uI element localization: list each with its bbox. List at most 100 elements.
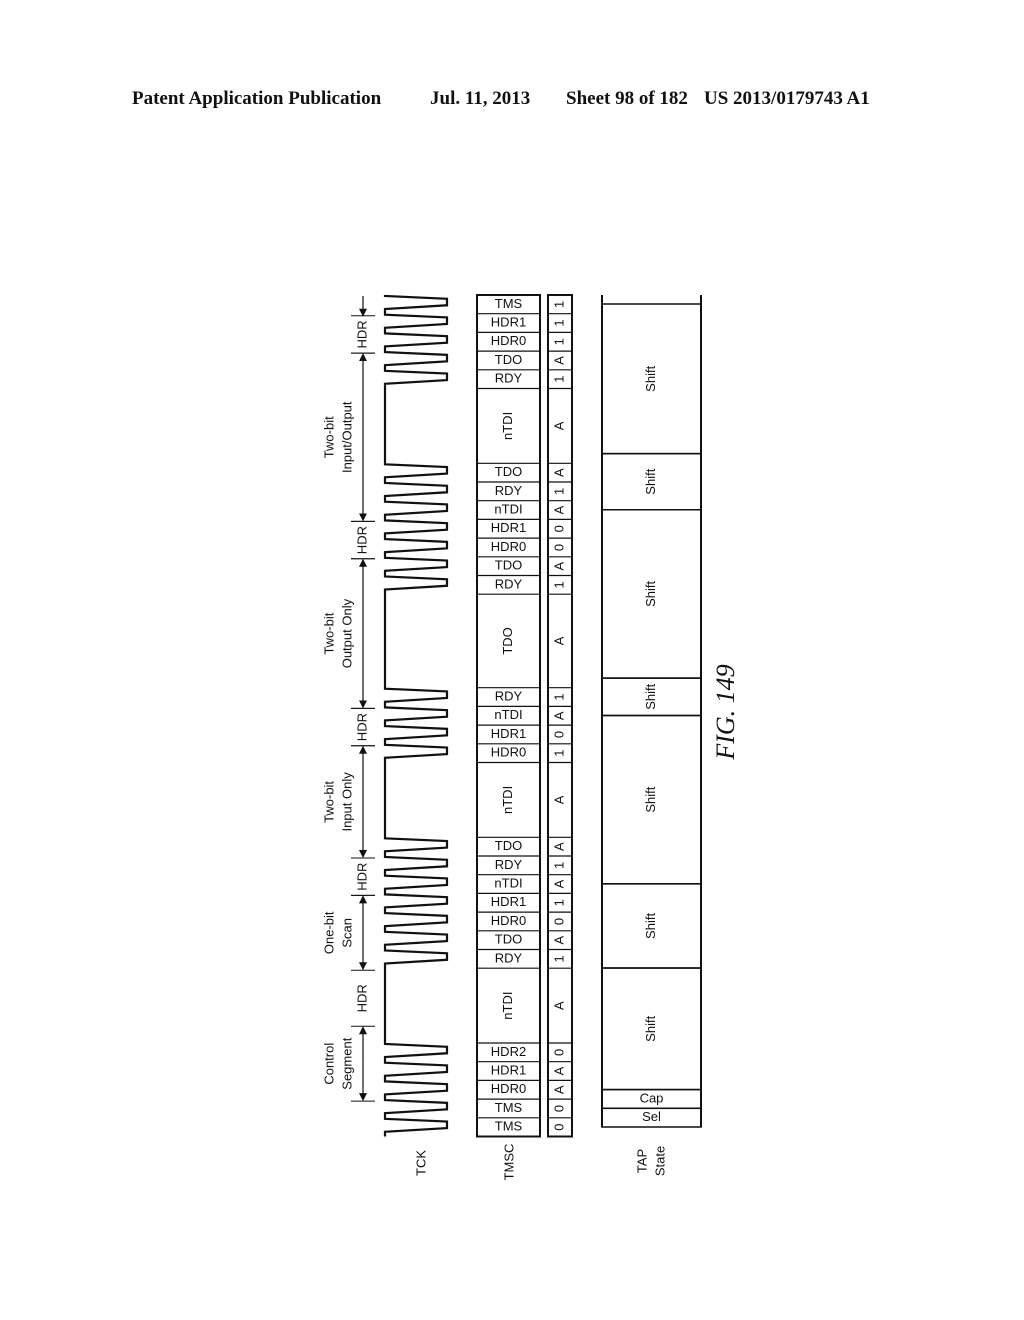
tck-waveform-path <box>383 294 449 1137</box>
tmsc-value-cell: 1 <box>551 376 566 383</box>
segment-label: One-bit <box>321 911 336 954</box>
tmsc-value-cell: A <box>551 1085 566 1094</box>
tap-state-label: Shift <box>643 1015 658 1041</box>
tmsc-value-cell: 1 <box>551 955 566 962</box>
tmsc-signal-cell: HDR0 <box>491 333 526 348</box>
tmsc-signal-cell: nTDI <box>494 501 522 516</box>
tmsc-value-column: 1 1 1 A 1 A A 1 A 0 0 A 1 A 1 A 0 1 A A 1 A 1 0 A 1 A 0 A A 0 0 <box>547 294 573 1138</box>
tmsc-signal-cell: TDO <box>495 464 522 479</box>
tmsc-signal-cell: HDR1 <box>491 314 526 329</box>
tap-state-label: Shift <box>643 581 658 607</box>
tmsc-value-cell: A <box>551 468 566 477</box>
segment-label: Output Only <box>339 598 354 668</box>
segment-label: HDR <box>354 320 369 348</box>
segment-label: Two-bit <box>321 612 336 654</box>
segment-label: HDR <box>354 984 369 1012</box>
tmsc-signal-cell: HDR1 <box>491 726 526 741</box>
tmsc-value-cell: 1 <box>551 301 566 308</box>
tmsc-signal-cell: nTDI <box>500 786 515 814</box>
tmsc-signal-cell: HDR0 <box>491 745 526 760</box>
tmsc-value-cell: 1 <box>551 338 566 345</box>
tmsc-label: TMSC <box>501 1144 516 1181</box>
tap-state-label-line1: TAP <box>634 1149 649 1173</box>
segment-label: HDR <box>354 526 369 554</box>
tmsc-value-cell: A <box>551 561 566 570</box>
tmsc-signal-cell: nTDI <box>494 875 522 890</box>
tmsc-signal-cell: TMS <box>495 296 523 311</box>
tmsc-value-cell: A <box>551 505 566 514</box>
tmsc-value-cell: A <box>551 935 566 944</box>
tmsc-value-cell: 0 <box>551 1049 566 1056</box>
tmsc-value-cell: A <box>551 1001 566 1010</box>
tmsc-value-cell: 1 <box>551 862 566 869</box>
tap-state-label: Shift <box>643 786 658 812</box>
tmsc-signal-cell: RDY <box>495 483 523 498</box>
tmsc-signal-cell: HDR0 <box>491 913 526 928</box>
tmsc-signal-cell: TMS <box>495 1100 523 1115</box>
segment-label: Input/Output <box>339 401 354 473</box>
tmsc-signal-cell: HDR2 <box>491 1044 526 1059</box>
segment-label: Scan <box>339 918 354 948</box>
tap-state-column: Shift Shift Shift Shift Shift Shift Shift Cap Se… <box>601 295 702 1128</box>
tmsc-signal-cell: nTDI <box>494 707 522 722</box>
segment-label: Two-bit <box>321 781 336 823</box>
tmsc-value-cell: 0 <box>551 1124 566 1131</box>
tmsc-value-cell: 0 <box>551 544 566 551</box>
tmsc-signal-cell: RDY <box>495 950 523 965</box>
tmsc-value-cell: 0 <box>551 525 566 532</box>
timing-diagram: HDRTwo-bit Input/OutputHDRTwo-bit Output O… <box>321 294 740 1181</box>
tmsc-value-cell: A <box>551 795 566 804</box>
tmsc-signal-cell: RDY <box>495 371 523 386</box>
tmsc-signal-cell: nTDI <box>500 412 515 440</box>
segment-label: Segment <box>339 1037 354 1089</box>
tmsc-value-cell: A <box>551 421 566 430</box>
tmsc-signal-cell: TDO <box>495 932 522 947</box>
tmsc-signal-cell: HDR0 <box>491 539 526 554</box>
tap-state-label: Shift <box>643 913 658 939</box>
tmsc-signal-cell: HDR1 <box>491 894 526 909</box>
segment-label: HDR <box>354 713 369 741</box>
tmsc-value-cell: 0 <box>551 918 566 925</box>
tmsc-value-cell: A <box>551 636 566 645</box>
tck-waveform <box>383 294 449 1137</box>
tmsc-table: TMS HDR1 HDR0 TDO RDY nTDI TDO RDY nTDI HDR1 HDR0 T… <box>476 294 541 1138</box>
tmsc-signal-cell: TDO <box>500 627 515 654</box>
tmsc-signal-cell: RDY <box>495 857 523 872</box>
tmsc-value-cell: 0 <box>551 1105 566 1112</box>
tck-label: TCK <box>413 1150 428 1176</box>
tap-state-label: Shift <box>643 365 658 391</box>
tap-state-label: Cap <box>640 1090 664 1105</box>
tmsc-signal-cell: RDY <box>495 688 523 703</box>
segment-label: Two-bit <box>321 416 336 458</box>
tmsc-signal-cell: TDO <box>495 352 522 367</box>
segment-annotations: HDRTwo-bit Input/OutputHDRTwo-bit Output O… <box>321 296 375 1102</box>
tmsc-signal-cell: HDR1 <box>491 1062 526 1077</box>
tmsc-value-cell: 1 <box>551 693 566 700</box>
tap-state-label: Sel <box>642 1109 661 1124</box>
tmsc-signal-cell: HDR1 <box>491 520 526 535</box>
segment-label: Control <box>321 1043 336 1085</box>
tmsc-signal-cell: nTDI <box>500 992 515 1020</box>
tmsc-value-cell: A <box>551 711 566 720</box>
tmsc-signal-cell: TDO <box>495 838 522 853</box>
tmsc-value-cell: 1 <box>551 899 566 906</box>
figure-caption: FIG. 149 <box>711 664 740 760</box>
tmsc-value-cell: 1 <box>551 319 566 326</box>
tmsc-value-cell: A <box>551 879 566 888</box>
tmsc-value-cell: 1 <box>551 581 566 588</box>
tap-state-label: Shift <box>643 683 658 709</box>
tmsc-signal-cell: TMS <box>495 1119 523 1134</box>
segment-label: HDR <box>354 863 369 891</box>
tmsc-signal-cell: RDY <box>495 576 523 591</box>
tap-state-label: Shift <box>643 468 658 494</box>
tmsc-value-cell: 1 <box>551 750 566 757</box>
tmsc-signal-cell: TDO <box>495 558 522 573</box>
segment-label: Input Only <box>339 772 354 832</box>
tmsc-value-cell: 0 <box>551 731 566 738</box>
tap-state-label-line2: State <box>652 1146 667 1176</box>
tmsc-value-cell: A <box>551 1066 566 1075</box>
tmsc-value-cell: A <box>551 356 566 365</box>
tmsc-value-cell: A <box>551 842 566 851</box>
tmsc-signal-cell: HDR0 <box>491 1081 526 1096</box>
tmsc-value-cell: 1 <box>551 488 566 495</box>
